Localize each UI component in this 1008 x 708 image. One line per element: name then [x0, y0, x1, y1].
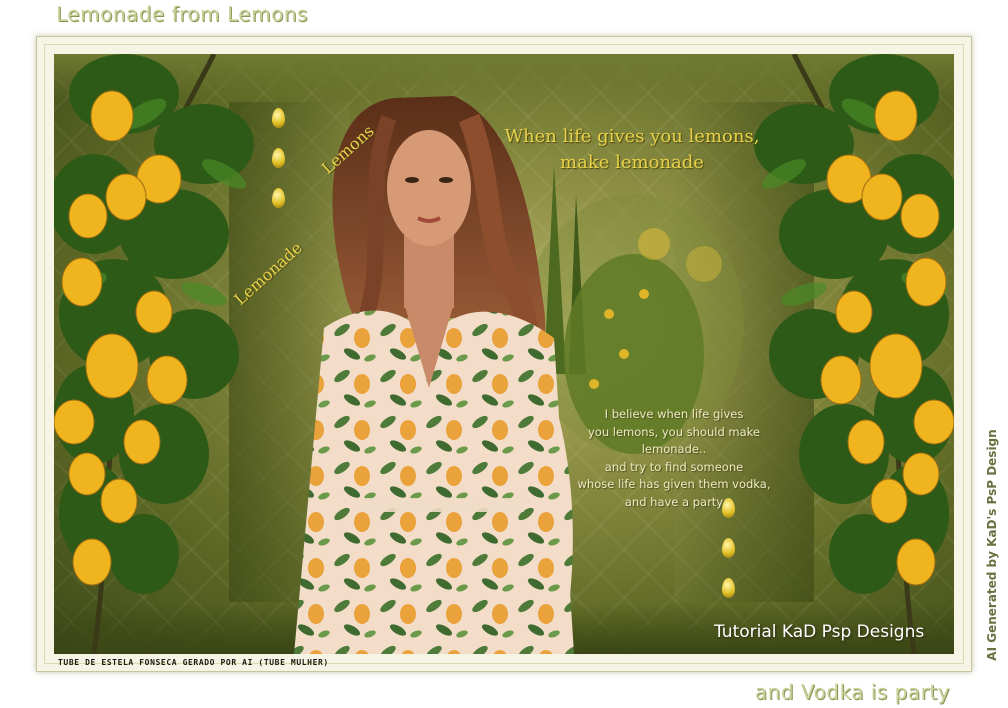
main-quote: When life gives you lemons, make lemonad… — [492, 124, 772, 176]
gold-drop-icon — [722, 538, 735, 558]
quote-line: and have a party — [624, 494, 724, 509]
main-quote-line-1: When life gives you lemons, — [504, 126, 760, 147]
tutorial-signature: Tutorial KaD Psp Designs — [714, 622, 925, 642]
quote-line: I believe when life gives — [604, 407, 744, 421]
quote-block: I believe when life gives you lemons, yo… — [554, 406, 794, 511]
quote-line: whose life has given them vodka, — [577, 477, 771, 491]
side-credit: AI Generated by KaD's PsP Design — [985, 429, 999, 661]
right-lemon-tree — [754, 54, 954, 654]
tube-credit: TUBE DE ESTELA FONSECA GERADO POR AI (TU… — [58, 658, 329, 667]
quote-line: and try to find someone — [604, 459, 744, 474]
left-lemon-tree — [54, 54, 254, 654]
gold-drop-icon — [722, 578, 735, 598]
main-quote-line-2: make lemonade — [560, 152, 704, 173]
quote-line: you lemons, you should make lemonade.. — [587, 424, 760, 457]
page-title-bottom: and Vodka is party — [754, 680, 950, 704]
page-title-top: Lemonade from Lemons — [56, 2, 308, 26]
artwork-canvas: Lemons Lemonade When life gives you lemo… — [54, 54, 954, 654]
